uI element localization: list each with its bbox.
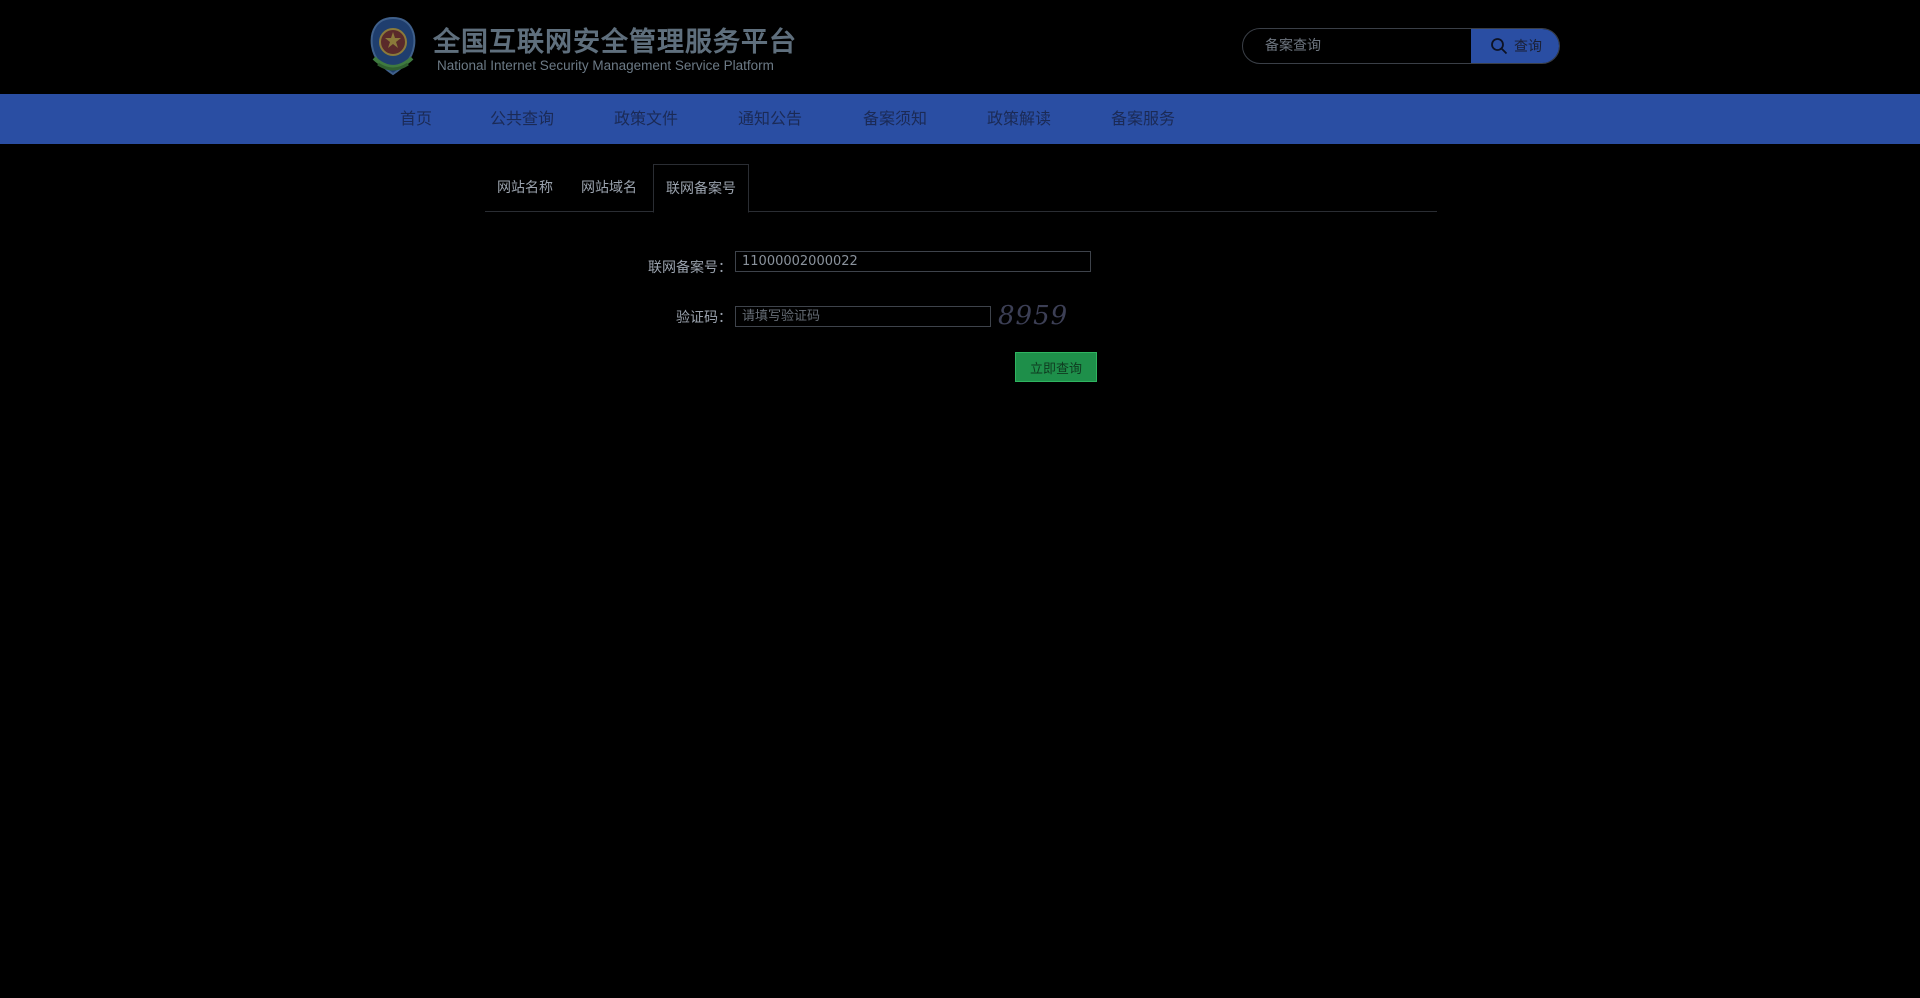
search-input[interactable]: [1243, 29, 1471, 63]
captcha-label: 验证码：: [676, 310, 732, 326]
site-subtitle: National Internet Security Management Se…: [437, 58, 774, 73]
nav-item-filing-service[interactable]: 备案服务: [1111, 94, 1175, 144]
record-number-input[interactable]: [735, 251, 1091, 272]
search-button-label: 查询: [1514, 39, 1542, 55]
record-number-label: 联网备案号：: [648, 260, 732, 276]
submit-query-button[interactable]: 立即查询: [1015, 352, 1097, 382]
main-nav: 首页 公共查询 政策文件 通知公告 备案须知 政策解读 备案服务: [0, 94, 1920, 144]
police-emblem-icon[interactable]: [364, 14, 422, 78]
nav-item-policy-interpretation[interactable]: 政策解读: [987, 94, 1051, 144]
nav-item-notices[interactable]: 通知公告: [738, 94, 802, 144]
tab-record-number[interactable]: 联网备案号: [653, 164, 749, 213]
search-icon: [1491, 38, 1508, 55]
site-header: 全国互联网安全管理服务平台 National Internet Security…: [0, 0, 1920, 94]
header-search: 查询: [1242, 28, 1560, 64]
nav-item-public-query[interactable]: 公共查询: [490, 94, 554, 144]
nav-item-policy-docs[interactable]: 政策文件: [614, 94, 678, 144]
tab-site-name[interactable]: 网站名称: [485, 164, 565, 212]
nav-item-home[interactable]: 首页: [400, 94, 432, 144]
tab-site-domain[interactable]: 网站域名: [569, 164, 649, 212]
nav-item-filing-guide[interactable]: 备案须知: [863, 94, 927, 144]
query-tabs: 网站名称 网站域名 联网备案号: [485, 164, 1437, 213]
search-button[interactable]: 查询: [1471, 29, 1559, 63]
site-title: 全国互联网安全管理服务平台: [433, 27, 797, 58]
captcha-image[interactable]: 8959: [998, 301, 1084, 331]
captcha-input[interactable]: [735, 306, 991, 327]
